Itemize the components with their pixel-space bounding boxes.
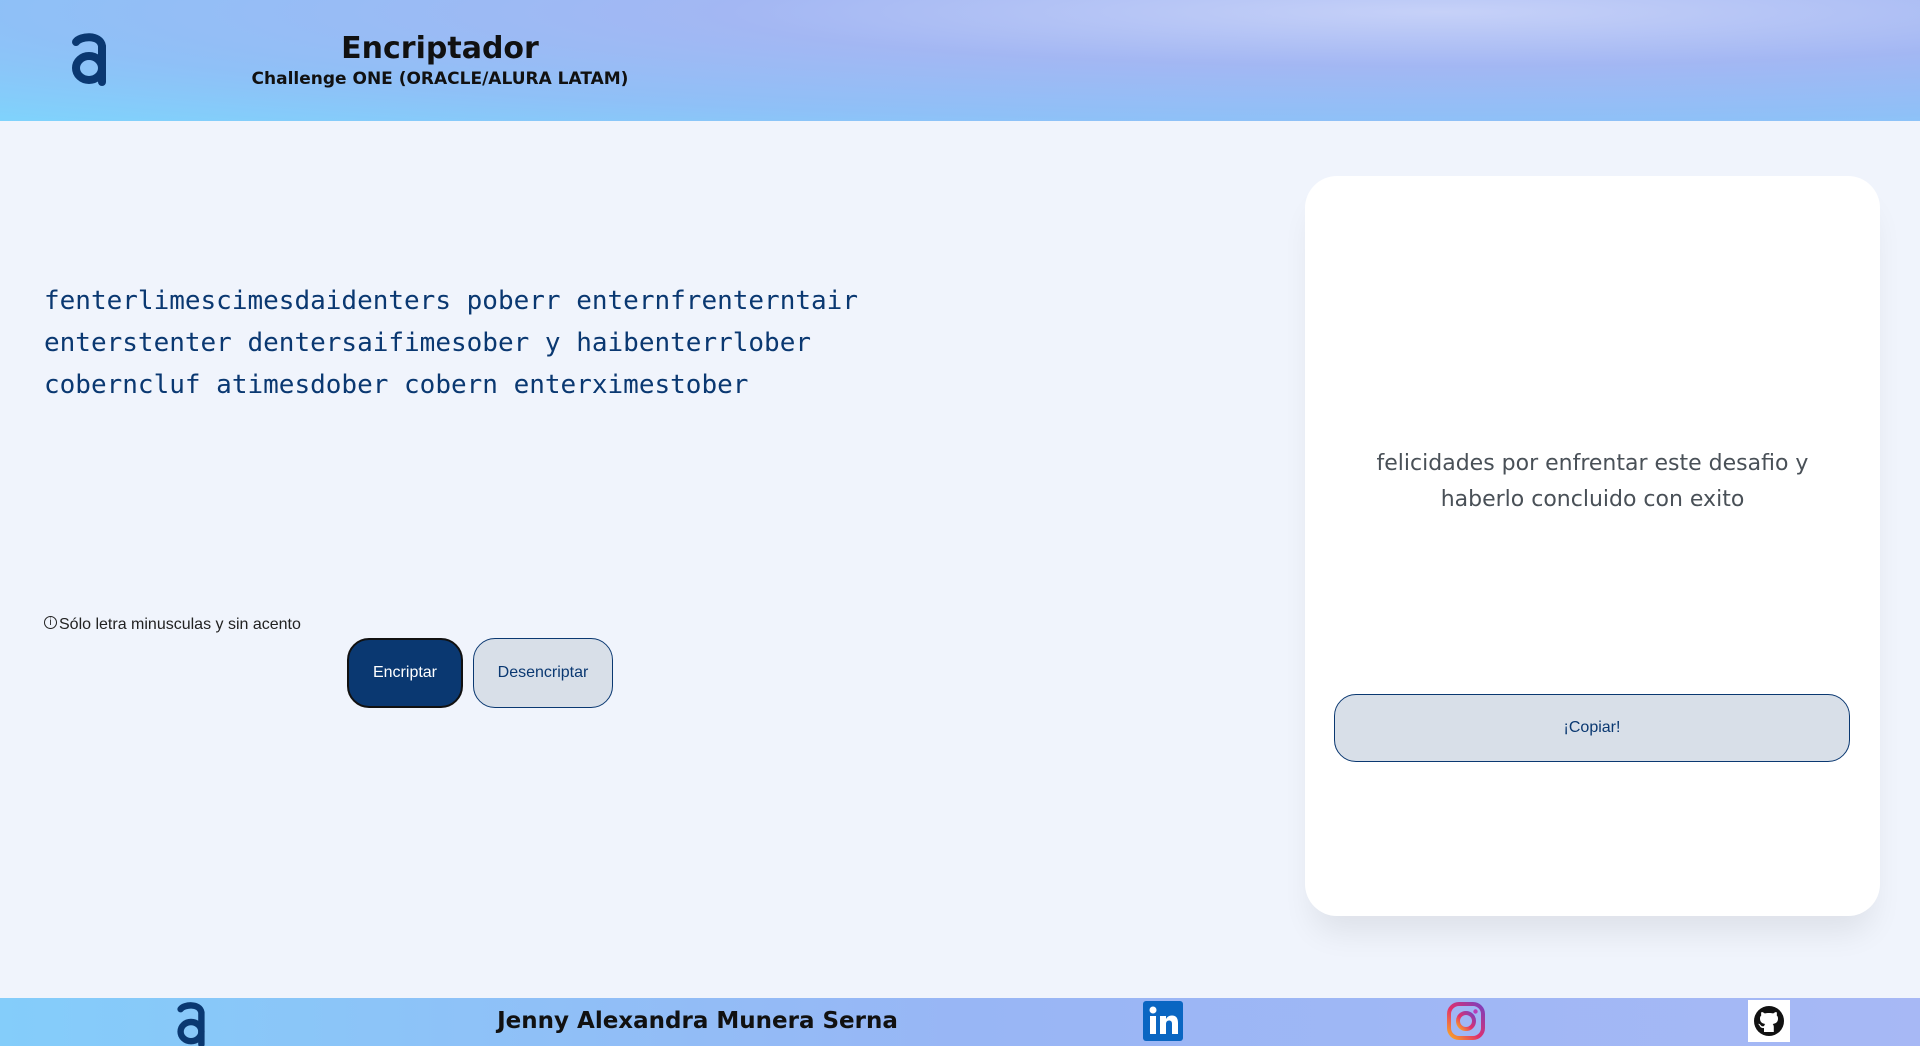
copy-button[interactable]: ¡Copiar! — [1334, 694, 1850, 762]
encrypt-button[interactable]: Encriptar — [347, 638, 463, 708]
page-title: Encriptador — [341, 31, 539, 66]
decrypt-button[interactable]: Desencriptar — [473, 638, 613, 708]
alura-logo-icon[interactable] — [66, 28, 112, 88]
github-icon[interactable] — [1748, 1000, 1790, 1042]
hint-text: Sólo letra minusculas y sin acento — [59, 616, 301, 633]
message-textarea[interactable]: fenterlimescimesdaidenters poberr entern… — [44, 280, 924, 406]
app-header: Encriptador Challenge ONE (ORACLE/ALURA … — [0, 0, 1920, 121]
output-panel: felicidades por enfrentar este desafio y… — [1305, 176, 1880, 916]
author-name: Jenny Alexandra Munera Serna — [497, 1008, 898, 1034]
alura-logo-icon[interactable] — [172, 998, 210, 1046]
info-icon: i — [44, 615, 57, 629]
output-text: felicidades por enfrentar este desafio y… — [1376, 451, 1809, 512]
app-footer: Jenny Alexandra Munera Serna — [0, 998, 1920, 1046]
instagram-icon[interactable] — [1445, 1000, 1487, 1042]
linkedin-icon[interactable] — [1142, 1000, 1184, 1042]
page-subtitle: Challenge ONE (ORACLE/ALURA LATAM) — [251, 69, 629, 89]
header-titles: Encriptador Challenge ONE (ORACLE/ALURA … — [240, 30, 640, 90]
input-hint: i Sólo letra minusculas y sin acento — [44, 615, 301, 634]
